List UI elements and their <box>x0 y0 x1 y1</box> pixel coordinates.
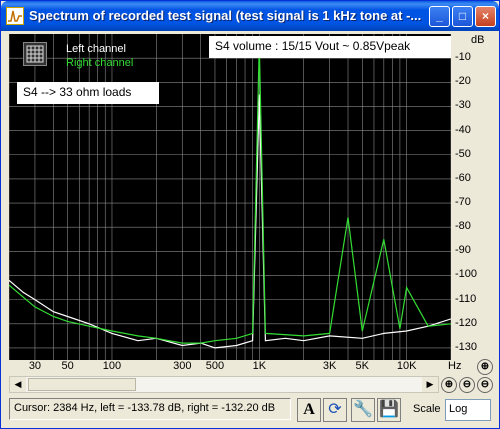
y-tick-label: -10 <box>455 51 471 64</box>
load-annotation: S4 --> 33 ohm loads <box>17 82 159 104</box>
x-tick-label: 500 <box>205 360 225 372</box>
y-axis-unit: dB <box>471 34 485 46</box>
y-tick-label: -50 <box>455 147 471 160</box>
settings-wrench-icon[interactable]: 🔧 <box>351 398 375 422</box>
client-area: Left channel Right channel S4 volume : 1… <box>5 32 495 427</box>
x-tick-label: 5K <box>355 360 370 372</box>
scale-label: Scale <box>413 403 441 415</box>
refresh-icon[interactable]: ⟳ <box>323 398 347 422</box>
y-axis: dB -10 -20 -30 -40 -50 -60 -70 -80 -90 -100 -110 -1… <box>451 34 495 360</box>
close-button[interactable]: × <box>475 6 496 27</box>
zoom-in-icon[interactable]: ⊕ <box>441 377 457 393</box>
y-tick-label: -120 <box>455 316 478 329</box>
y-tick-label: -60 <box>455 171 471 184</box>
y-tick-label: -20 <box>455 75 471 88</box>
x-axis: 30 50 100 300 500 1K 3K 5K 10K Hz <box>9 360 462 374</box>
y-tick-label: -90 <box>455 244 471 257</box>
scroll-right-icon[interactable]: ▶ <box>422 377 438 392</box>
x-tick-label: 100 <box>102 360 122 372</box>
x-tick-label: 10K <box>396 360 417 372</box>
x-tick-label: 1K <box>252 360 267 372</box>
legend: Left channel Right channel <box>21 40 141 74</box>
series-line-left <box>9 94 451 349</box>
zoom-out-icon[interactable]: ⊖ <box>459 377 475 393</box>
legend-right-channel: Right channel <box>66 57 134 69</box>
save-icon[interactable]: 💾 <box>377 398 401 422</box>
grid-toggle-icon[interactable] <box>23 42 47 66</box>
y-tick-label: -100 <box>455 268 478 281</box>
volume-annotation: S4 volume : 15/15 Vout ~ 0.85Vpeak <box>209 36 451 58</box>
minimize-button[interactable]: _ <box>429 6 450 27</box>
title-bar[interactable]: Spectrum of recorded test signal (test s… <box>1 1 499 31</box>
spectrum-plot[interactable]: Left channel Right channel S4 volume : 1… <box>9 34 451 360</box>
x-tick-label: 50 <box>61 360 74 372</box>
y-tick-label: -110 <box>455 292 477 305</box>
scroll-thumb[interactable] <box>28 378 136 391</box>
cursor-readout: Cursor: 2384 Hz, left = -133.78 dB, righ… <box>9 398 291 420</box>
x-tick-label: 300 <box>173 360 192 372</box>
x-tick-label: 30 <box>28 360 42 372</box>
app-icon[interactable] <box>6 7 24 25</box>
horizontal-scrollbar[interactable]: ◀ ▶ <box>9 376 439 393</box>
spectrum-window: Spectrum of recorded test signal (test s… <box>0 0 500 429</box>
x-axis-unit: Hz <box>448 360 462 372</box>
legend-left-channel: Left channel <box>66 43 126 55</box>
y-tick-label: -30 <box>455 99 471 112</box>
y-tick-label: -80 <box>455 220 471 233</box>
zoom-out-y-icon[interactable]: ⊖ <box>477 377 493 393</box>
maximize-button[interactable]: □ <box>452 6 473 27</box>
y-tick-label: -130 <box>455 340 478 353</box>
x-tick-label: 3K <box>322 360 337 372</box>
font-button[interactable]: A <box>297 398 321 422</box>
scroll-left-icon[interactable]: ◀ <box>10 377 26 392</box>
scale-select[interactable]: Log <box>445 399 491 421</box>
window-title: Spectrum of recorded test signal (test s… <box>29 8 422 23</box>
zoom-in-x-icon[interactable]: ⊕ <box>477 359 493 375</box>
y-tick-label: -70 <box>455 196 471 209</box>
y-tick-label: -40 <box>455 123 471 136</box>
